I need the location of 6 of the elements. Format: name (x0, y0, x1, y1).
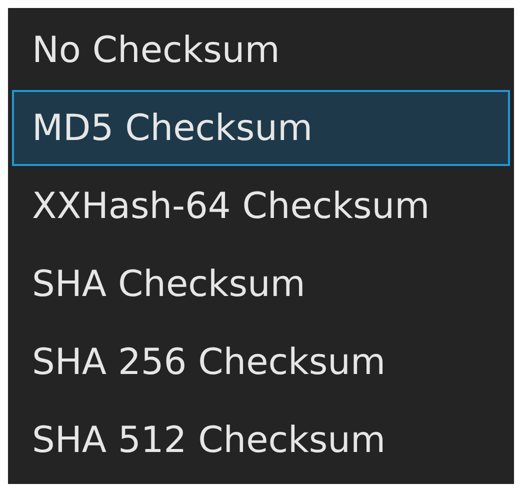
menu-option[interactable]: SHA Checksum (12, 246, 510, 322)
menu-option[interactable]: XXHash-64 Checksum (12, 168, 510, 244)
menu-option[interactable]: MD5 Checksum (12, 90, 510, 166)
menu-option[interactable]: SHA 512 Checksum (12, 402, 510, 478)
menu-option[interactable]: SHA 256 Checksum (12, 324, 510, 400)
menu-option[interactable]: No Checksum (12, 12, 510, 88)
